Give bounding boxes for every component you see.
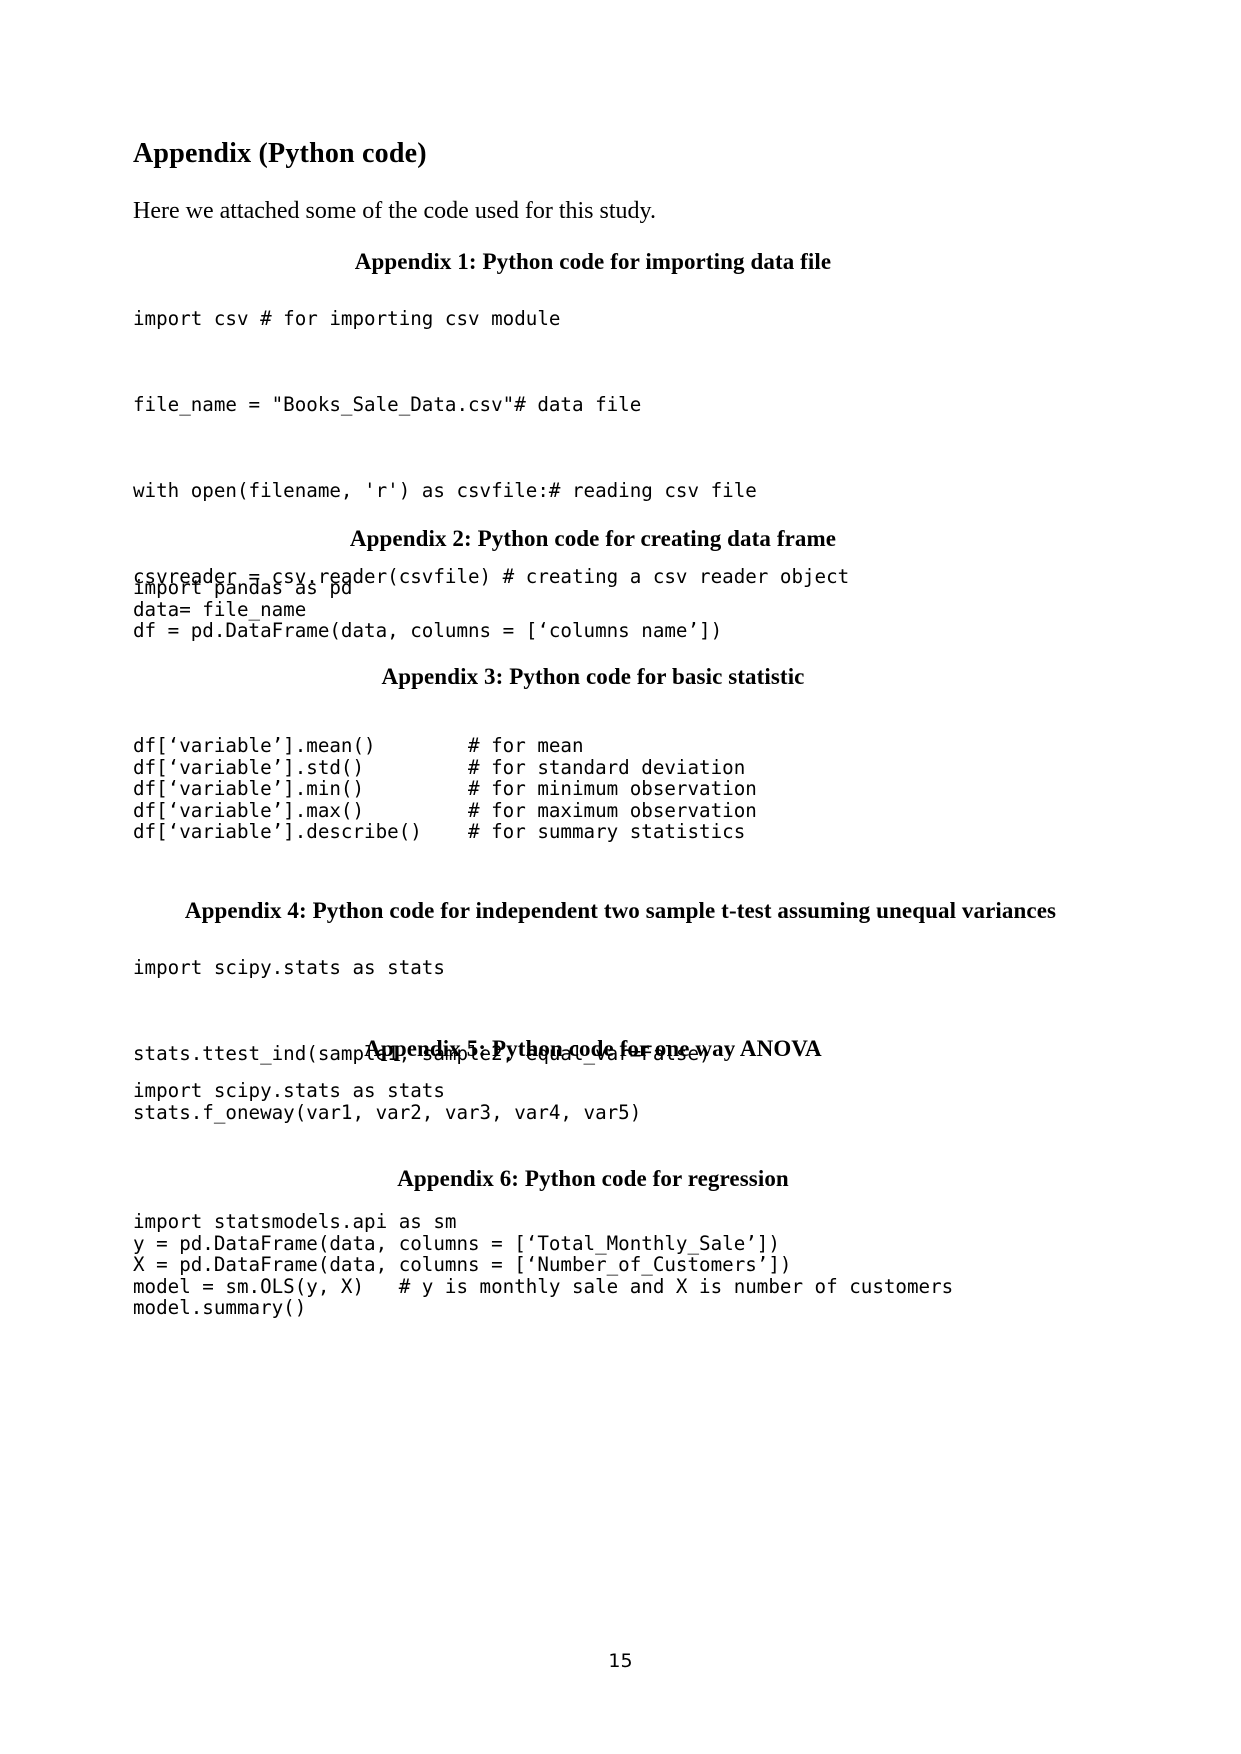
- appendix-4-heading: Appendix 4: Python code for independent …: [184, 898, 1057, 923]
- intro-paragraph: Here we attached some of the code used f…: [133, 198, 656, 224]
- appendix-3-code: df[‘variable’].mean() # for mean df[‘var…: [133, 734, 757, 843]
- appendix-3-heading: Appendix 3: Python code for basic statis…: [381, 664, 805, 689]
- page-title: Appendix (Python code): [133, 138, 427, 169]
- document-page: Appendix (Python code) Here we attached …: [0, 0, 1241, 1754]
- appendix-2-code: import pandas as pd data= file_name df =…: [133, 576, 723, 642]
- appendix-6-code: import statsmodels.api as sm y = pd.Data…: [133, 1210, 954, 1319]
- appendix-5-code: import scipy.stats as stats stats.f_onew…: [133, 1079, 642, 1124]
- appendix-1-heading: Appendix 1: Python code for importing da…: [354, 249, 832, 274]
- appendix-6-heading: Appendix 6: Python code for regression: [397, 1166, 789, 1191]
- appendix-2-heading: Appendix 2: Python code for creating dat…: [349, 526, 837, 551]
- page-number: 15: [608, 1650, 633, 1672]
- appendix-5-heading: Appendix 5: Python code for one way ANOV…: [364, 1036, 822, 1061]
